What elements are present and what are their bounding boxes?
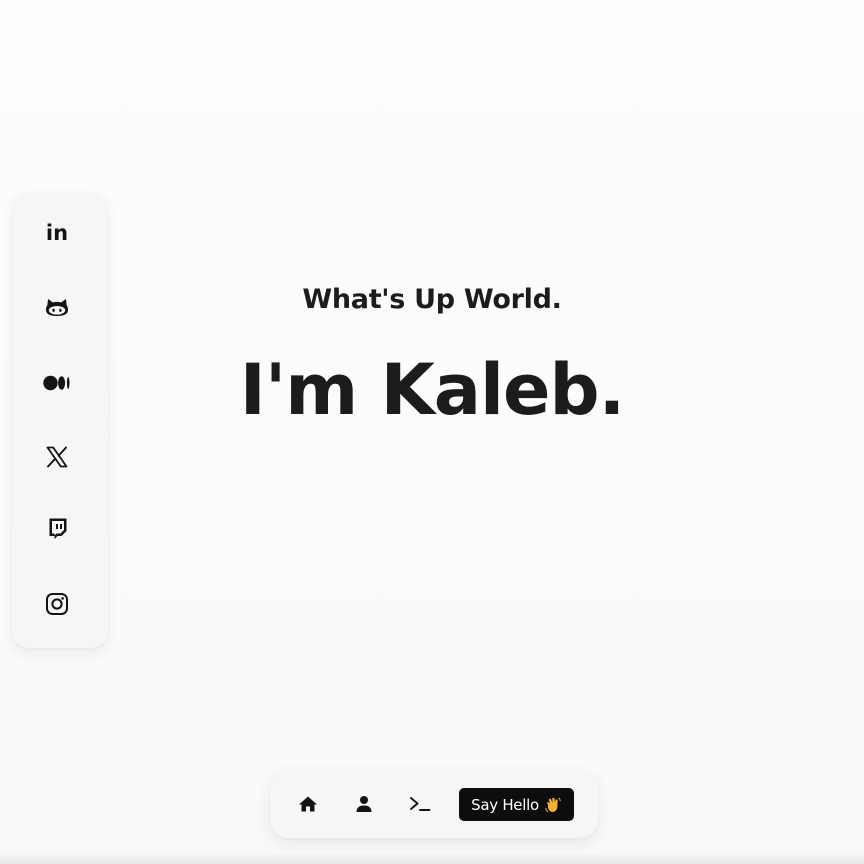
hero-subtitle: What's Up World. bbox=[302, 284, 562, 315]
twitch-icon bbox=[49, 518, 67, 539]
instagram-link[interactable] bbox=[40, 587, 74, 621]
landing-page: in What's Up World. I'm Kaleb. Say Hello bbox=[0, 0, 864, 864]
linkedin-link[interactable]: in bbox=[40, 216, 74, 250]
x-icon bbox=[46, 446, 68, 468]
x-link[interactable] bbox=[40, 440, 74, 474]
nav-about-button[interactable] bbox=[348, 788, 380, 820]
home-icon bbox=[299, 796, 317, 812]
say-hello-button[interactable]: Say Hello 👋 bbox=[459, 788, 574, 821]
bottom-nav: Say Hello 👋 bbox=[270, 770, 598, 838]
hero-title: I'm Kaleb. bbox=[239, 349, 625, 431]
twitch-link[interactable] bbox=[40, 512, 74, 546]
terminal-icon bbox=[410, 797, 431, 811]
waving-hand-icon: 👋 bbox=[545, 797, 561, 812]
linkedin-icon: in bbox=[45, 220, 69, 245]
bottom-fade bbox=[0, 852, 864, 864]
nav-terminal-button[interactable] bbox=[404, 788, 436, 820]
say-hello-label: Say Hello bbox=[471, 795, 539, 814]
instagram-icon bbox=[46, 593, 68, 615]
nav-home-button[interactable] bbox=[292, 788, 324, 820]
user-icon bbox=[356, 796, 372, 812]
